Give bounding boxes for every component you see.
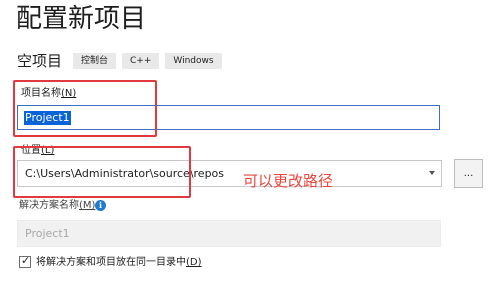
- template-name: 空项目: [17, 52, 63, 70]
- same-directory-checkbox[interactable]: ✓: [19, 254, 31, 268]
- annotation-change-path: 可以更改路径: [243, 172, 334, 190]
- project-name-value: Project1: [24, 111, 71, 125]
- location-label: 位置(L): [21, 144, 54, 158]
- location-label-key: (L): [41, 145, 55, 156]
- project-name-label-key: (N): [61, 88, 77, 99]
- browse-button[interactable]: ...: [454, 159, 483, 188]
- solution-name-input: Project1: [17, 220, 441, 247]
- solution-name-label-text: 解决方案名称: [19, 200, 79, 211]
- template-tags: 控制台 C++ Windows: [73, 53, 222, 69]
- location-value: C:\Users\Administrator\source\repos: [25, 167, 225, 180]
- checkmark-icon: ✓: [21, 254, 31, 267]
- tag-windows: Windows: [165, 53, 222, 69]
- same-directory-label-text: 将解决方案和项目放在同一目录中: [36, 257, 186, 268]
- location-combobox[interactable]: C:\Users\Administrator\source\repos: [17, 160, 442, 187]
- location-label-text: 位置: [21, 145, 41, 156]
- chevron-down-icon[interactable]: [429, 171, 435, 175]
- same-directory-label[interactable]: 将解决方案和项目放在同一目录中(D): [36, 256, 202, 269]
- solution-name-value: Project1: [25, 227, 70, 240]
- project-name-label: 项目名称(N): [21, 87, 76, 101]
- info-icon[interactable]: i: [95, 200, 106, 211]
- project-name-input[interactable]: Project1: [17, 105, 440, 130]
- tag-console: 控制台: [73, 53, 117, 69]
- solution-name-label-key: (M): [79, 200, 96, 211]
- project-name-label-text: 项目名称: [21, 88, 61, 99]
- page-title: 配置新项目: [16, 4, 147, 34]
- tag-cpp: C++: [122, 53, 160, 69]
- same-directory-label-key: (D): [186, 257, 202, 268]
- solution-name-label: 解决方案名称(M): [19, 199, 95, 213]
